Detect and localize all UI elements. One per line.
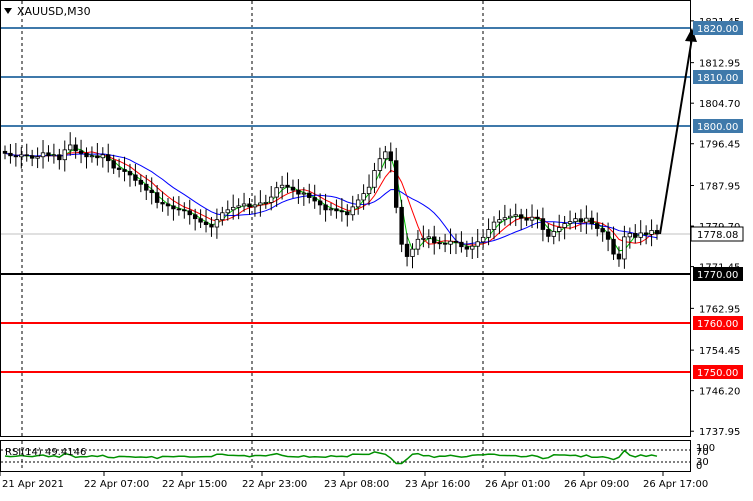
price-chart[interactable]: XAUUSD,M30 1821.451812.951804.701796.451… xyxy=(0,0,753,498)
svg-text:1800.00: 1800.00 xyxy=(697,122,738,133)
time-tick-label: 26 Apr 09:00 xyxy=(564,479,629,490)
level-label-1770.00: 1770.00 xyxy=(693,267,743,281)
time-tick-label: 23 Apr 16:00 xyxy=(405,479,470,490)
time-tick-label: 22 Apr 15:00 xyxy=(162,479,227,490)
time-tick-label: 22 Apr 07:00 xyxy=(84,479,149,490)
chart-window[interactable]: XAUUSD,M30 1821.451812.951804.701796.451… xyxy=(0,0,753,498)
price-tick-label: 1812.95 xyxy=(699,59,740,70)
level-label-1810.00: 1810.00 xyxy=(693,70,743,84)
time-tick-label: 21 Apr 2021 xyxy=(2,479,64,490)
rsi-scale-0: 0 xyxy=(696,461,702,472)
svg-text:1810.00: 1810.00 xyxy=(697,73,738,84)
level-label-1820.00: 1820.00 xyxy=(693,21,743,35)
level-labels: 1820.00 1810.00 1800.00 1770.00 1760.00 1750.… xyxy=(693,21,743,379)
price-tick-label: 1796.45 xyxy=(699,140,740,151)
rsi-label: RSI(14) 49.4146 xyxy=(5,447,86,458)
level-label-1760.00: 1760.00 xyxy=(693,316,743,330)
price-tick-label: 1804.70 xyxy=(699,99,740,110)
price-tick-label: 1754.45 xyxy=(699,346,740,357)
time-tick-label: 23 Apr 08:00 xyxy=(324,479,389,490)
time-tick-label: 26 Apr 17:00 xyxy=(643,479,708,490)
svg-text:1820.00: 1820.00 xyxy=(697,24,738,35)
svg-text:1760.00: 1760.00 xyxy=(697,319,738,330)
symbol-title: XAUUSD,M30 xyxy=(17,5,91,18)
level-label-1800.00: 1800.00 xyxy=(693,119,743,133)
price-tick-label: 1737.95 xyxy=(699,427,740,438)
time-tick-label: 22 Apr 23:00 xyxy=(242,479,307,490)
time-axis[interactable]: 21 Apr 2021 22 Apr 07:00 22 Apr 15:00 22 Ap… xyxy=(0,472,708,490)
svg-text:1778.08: 1778.08 xyxy=(697,230,738,241)
level-label-1750.00: 1750.00 xyxy=(693,365,743,379)
current-price-tag: 1778.08 xyxy=(690,226,744,242)
svg-text:1750.00: 1750.00 xyxy=(697,368,738,379)
price-tick-label: 1787.95 xyxy=(699,182,740,193)
price-tick-label: 1746.20 xyxy=(699,387,740,398)
candle xyxy=(399,199,404,253)
price-tick-label: 1762.95 xyxy=(699,304,740,315)
svg-text:1770.00: 1770.00 xyxy=(697,270,738,281)
time-tick-label: 26 Apr 01:00 xyxy=(485,479,550,490)
